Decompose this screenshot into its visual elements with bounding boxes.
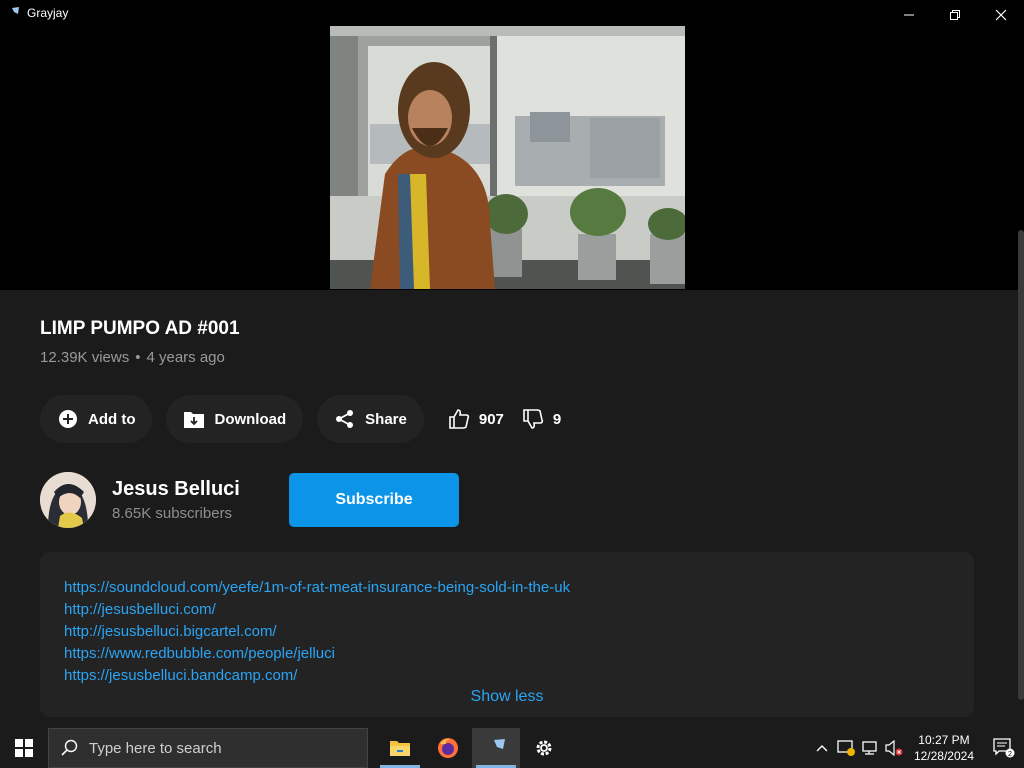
share-button[interactable]: Share: [317, 395, 424, 443]
volume-muted-icon: [885, 740, 903, 756]
taskbar-file-explorer[interactable]: [376, 728, 424, 768]
download-button[interactable]: Download: [166, 395, 304, 443]
restore-icon: [950, 10, 960, 20]
channel-row: Jesus Belluci 8.65K subscribers: [40, 472, 240, 528]
close-icon: [995, 9, 1007, 21]
description-link[interactable]: https://soundcloud.com/yeefe/1m-of-rat-m…: [64, 577, 570, 599]
taskbar-search[interactable]: Type here to search: [48, 728, 368, 768]
download-label: Download: [214, 410, 287, 428]
notifications-icon: 2: [993, 738, 1015, 758]
tray-volume-button[interactable]: [882, 728, 906, 768]
minimize-icon: [904, 14, 914, 16]
description-links: https://soundcloud.com/yeefe/1m-of-rat-m…: [64, 577, 570, 687]
dislike-count: 9: [552, 410, 562, 428]
view-count: 12.39K views: [40, 349, 130, 366]
add-to-button[interactable]: Add to: [40, 395, 153, 443]
system-tray: 10:27 PM 12/28/2024 2: [810, 728, 1024, 768]
windows-logo-icon: [15, 739, 33, 757]
description-link[interactable]: http://jesusbelluci.com/: [64, 599, 570, 621]
share-icon: [334, 408, 356, 430]
avatar-image: [40, 472, 96, 528]
search-icon: [61, 739, 78, 756]
video-still-image: [330, 24, 685, 289]
security-warning-icon: [837, 740, 855, 756]
clock-time: 10:27 PM: [918, 733, 970, 747]
network-icon: [862, 741, 877, 755]
subscriber-count: 8.65K subscribers: [112, 505, 233, 522]
close-button[interactable]: [978, 0, 1024, 30]
download-folder-icon: [183, 408, 205, 430]
meta-separator: •: [135, 349, 141, 366]
add-to-label: Add to: [88, 410, 136, 428]
add-circle-icon: [57, 408, 79, 430]
notification-count: 2: [1008, 751, 1012, 758]
thumbs-up-icon[interactable]: [448, 408, 470, 430]
share-label: Share: [365, 410, 407, 428]
settings-gear-icon: [536, 740, 552, 756]
channel-name[interactable]: Jesus Belluci: [112, 478, 240, 501]
taskbar-firefox[interactable]: [424, 728, 472, 768]
taskbar-clock[interactable]: 10:27 PM 12/28/2024: [914, 732, 974, 764]
grayjay-icon: [487, 739, 505, 756]
rating-group: 907 9: [448, 408, 579, 430]
subscribe-button[interactable]: Subscribe: [289, 473, 459, 527]
tray-overflow-button[interactable]: [810, 728, 834, 768]
description-link[interactable]: https://jesusbelluci.bandcamp.com/: [64, 665, 570, 687]
grayjay-logo-icon: [5, 5, 21, 21]
video-meta: 12.39K views • 4 years ago: [40, 349, 225, 366]
minimize-button[interactable]: [886, 0, 932, 30]
video-title: LIMP PUMPO AD #001: [40, 318, 240, 339]
window-controls: [886, 0, 1024, 30]
search-placeholder: Type here to search: [89, 739, 222, 757]
action-bar: Add to Download Share 907 9: [40, 395, 579, 443]
clock-date: 12/28/2024: [913, 749, 974, 763]
chevron-up-icon: [816, 745, 828, 752]
video-player[interactable]: [0, 0, 1024, 290]
start-button[interactable]: [0, 728, 48, 768]
file-explorer-icon: [390, 741, 410, 756]
firefox-icon: [438, 738, 458, 758]
taskbar-grayjay[interactable]: [472, 728, 520, 768]
tray-network-button[interactable]: [858, 728, 882, 768]
restore-button[interactable]: [932, 0, 978, 30]
description-box: https://soundcloud.com/yeefe/1m-of-rat-m…: [40, 552, 974, 717]
description-link[interactable]: https://www.redbubble.com/people/jelluci: [64, 643, 570, 665]
thumbs-down-icon[interactable]: [522, 408, 544, 430]
title-bar: Grayjay: [0, 0, 1024, 26]
tray-security-button[interactable]: [834, 728, 858, 768]
channel-info: Jesus Belluci 8.65K subscribers: [112, 478, 240, 522]
window-title: Grayjay: [27, 6, 69, 20]
channel-avatar[interactable]: [40, 472, 96, 528]
video-details-panel: LIMP PUMPO AD #001 12.39K views • 4 years …: [0, 290, 1024, 728]
like-count: 907: [478, 410, 504, 428]
taskbar-settings[interactable]: [520, 728, 568, 768]
show-less-button[interactable]: Show less: [40, 688, 974, 706]
upload-age: 4 years ago: [146, 349, 225, 366]
action-center-button[interactable]: 2: [984, 728, 1024, 768]
description-link[interactable]: http://jesusbelluci.bigcartel.com/: [64, 621, 570, 643]
scrollbar-thumb[interactable]: [1018, 230, 1024, 700]
video-frame[interactable]: [330, 24, 685, 289]
windows-taskbar: Type here to search 10:27 PM 12/28/2024: [0, 728, 1024, 768]
